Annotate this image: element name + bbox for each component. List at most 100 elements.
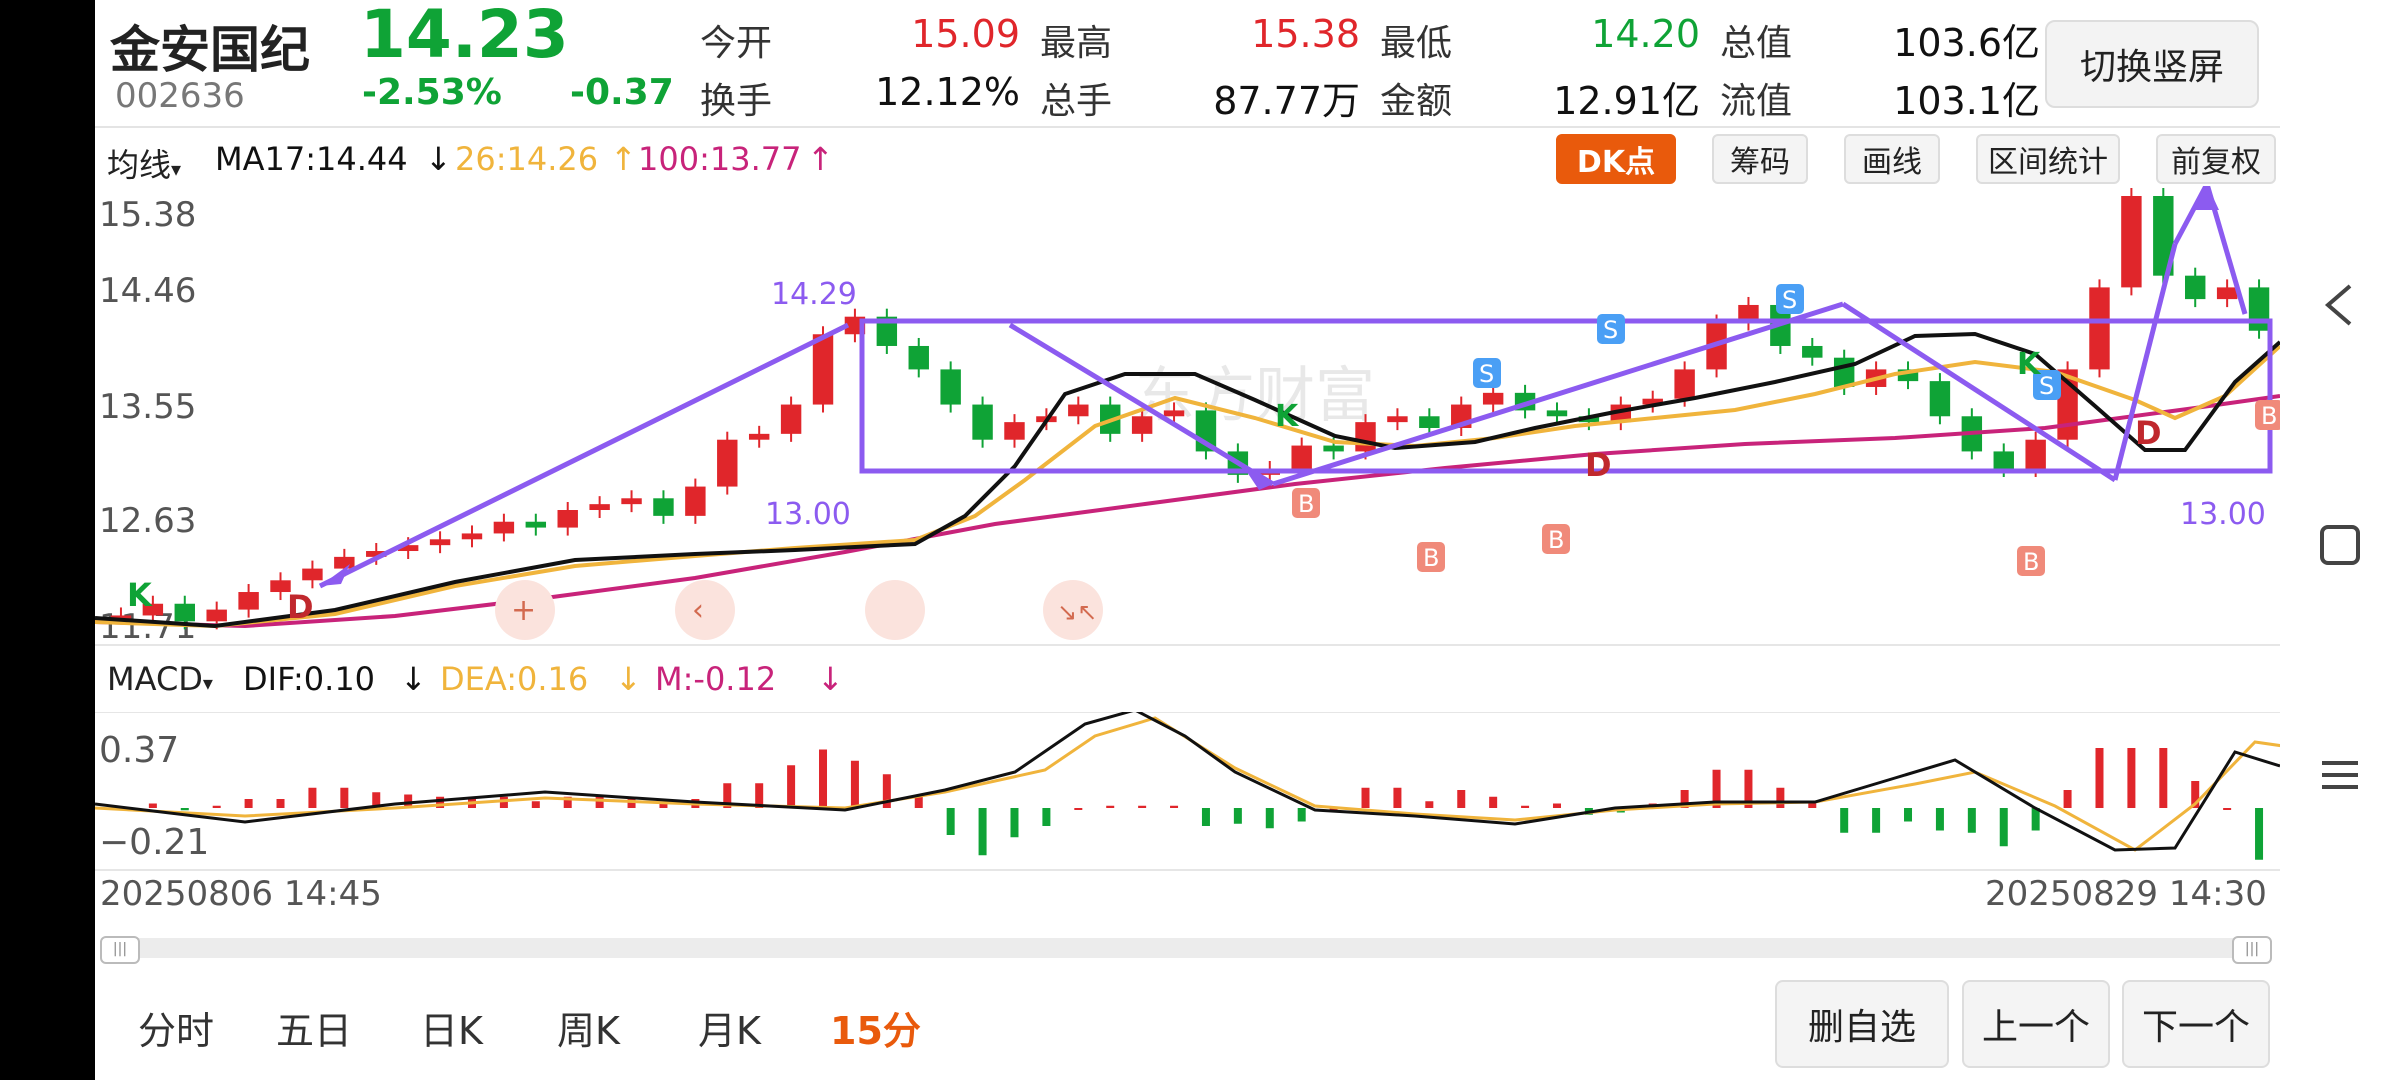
tab-monthly-k[interactable]: 月K [698,1000,761,1055]
range-stats-button[interactable]: 区间统计 [1976,134,2120,184]
macd-bar [978,808,987,856]
dropdown-caret-icon[interactable]: ▾ [203,671,213,695]
ma100-value: 100:13.77 [638,140,802,178]
candle-body [1068,404,1089,417]
time-scrollbar[interactable] [100,938,2270,958]
macd-bar [340,787,349,808]
header-divider [95,126,2280,128]
adjust-price-button[interactable]: 前复权 [2156,134,2276,184]
buy-signal-label: B [2023,548,2039,576]
macd-bar [1457,790,1466,808]
ma-indicator-bar: 均线▾ MA17:14.44 ↓ 26:14.26 ↑ 100:13.77 ↑ [95,132,2280,186]
toggle-portrait-button[interactable]: 切换竖屏 [2045,20,2259,108]
kline-chart[interactable]: 东方财富 15.38 14.46 13.55 12.63 11.71 14.29… [95,186,2280,646]
macd-bar [1999,808,2008,847]
buy-signal-label: B [2261,402,2277,430]
axis-price-3: 12.63 [99,501,196,541]
d-signal: D [1585,446,1612,484]
end-date: 20250829 14:30 [1985,874,2267,914]
macd-bar [819,749,828,808]
candle-body [1291,445,1312,469]
candle-body [812,334,834,405]
candle-body [1419,416,1440,428]
macd-bar [276,799,285,808]
candle-body [1163,410,1185,417]
ma-selector-label[interactable]: 均线 [107,146,171,184]
dea-arrow-icon: ↓ [615,660,642,698]
scroll-handle-right[interactable]: ||| [2232,936,2272,964]
low-value: 14.20 [1591,12,1700,56]
tab-five-day[interactable]: 五日 [276,1000,352,1055]
candle-body [493,521,515,534]
volume-value: 87.77万 [1213,79,1360,123]
dropdown-caret-icon[interactable]: ▾ [171,157,181,181]
macd-bar [1010,808,1019,838]
macd-chart[interactable]: 0.37 −0.21 [95,712,2280,872]
remove-watchlist-button[interactable]: 删自选 [1775,980,1949,1068]
shrink-glyph: ↘↖ [1057,598,1097,626]
plus-hint-glyph: + [511,593,536,628]
ma100-arrow-icon: ↑ [807,140,834,178]
macd-bar [1808,803,1817,808]
candle-body [972,404,993,440]
candle-body [1833,357,1855,387]
tab-intraday[interactable]: 分时 [138,1000,214,1055]
macd-indicator-bar: MACD▾ DIF:0.10 ↓ DEA:0.16 ↓ M:-0.12 ↓ [95,656,2280,706]
volume-label: 总手 [1040,81,1113,122]
ma-selector[interactable]: 均线▾ [107,140,181,186]
candle-body [557,510,578,528]
candle-body [1004,422,1025,440]
macd-bar [212,805,221,808]
m-value: M:-0.12 [655,660,777,698]
candle-body [2025,439,2046,469]
recents-nav-icon[interactable] [2305,740,2375,810]
high-label: 最高 [1040,23,1113,64]
left-hint-icon[interactable] [675,580,735,640]
dk-point-button[interactable]: DK点 [1556,134,1676,184]
previous-stock-button[interactable]: 上一个 [1962,980,2110,1068]
amount-value: 12.91亿 [1553,79,1700,123]
macd-bar [2255,808,2264,860]
candle-body [429,539,451,546]
candle-body [525,521,547,528]
tab-daily-k[interactable]: 日K [420,1000,483,1055]
turnover-value: 12.12% [875,70,1020,114]
macd-bar [1967,808,1976,833]
macd-bar [1425,801,1434,808]
chips-button[interactable]: 筹码 [1712,134,1808,184]
ma17-value: MA17:14.44 [215,140,408,178]
m-arrow-icon: ↓ [817,660,844,698]
macd-selector[interactable]: MACD▾ [107,660,213,698]
sell-signal-label: S [1603,316,1618,344]
axis-price-1: 14.46 [99,271,196,311]
candle-body [685,486,706,516]
stock-code: 002636 [115,76,245,116]
d-signal: D [2135,414,2162,452]
candle-body [1802,345,1823,358]
macd-bar [1521,805,1530,808]
draw-line-button[interactable]: 画线 [1844,134,1940,184]
back-nav-icon[interactable] [2305,270,2375,340]
macd-bar [1042,808,1051,826]
ma26-arrow-icon: ↑ [610,140,637,178]
tab-weekly-k[interactable]: 周K [557,1000,620,1055]
macd-bar [1840,808,1849,833]
macd-bar [2159,748,2168,808]
home-nav-icon[interactable] [2305,510,2375,580]
low-label: 最低 [1380,23,1453,64]
macd-bar [1935,808,1944,831]
k-signal: K [127,576,153,614]
tab-15min[interactable]: 15分 [830,1000,921,1055]
macd-bar [1170,805,1179,808]
candle-body [206,609,227,622]
start-date: 20250806 14:45 [100,874,382,914]
open-value: 15.09 [911,12,1020,56]
macd-axis-bottom: −0.21 [99,822,209,863]
macd-bar [1776,787,1785,808]
scroll-handle-left[interactable]: ||| [100,936,140,964]
next-stock-button[interactable]: 下一个 [2122,980,2270,1068]
right-hint-icon[interactable] [865,580,925,640]
current-price: 14.23 [360,0,569,73]
macd-bar [850,760,859,808]
macd-selector-label[interactable]: MACD [107,660,203,698]
